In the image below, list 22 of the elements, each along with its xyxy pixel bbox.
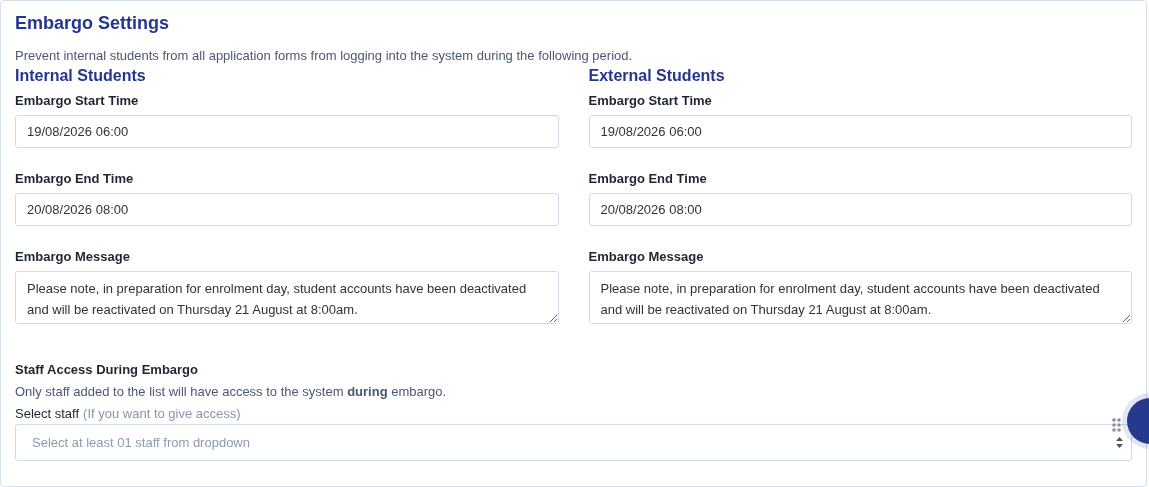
sort-icon (1116, 437, 1123, 448)
input-field[interactable]: 20/08/2026 08:00 (15, 193, 559, 226)
field-label: Embargo Message (588, 249, 705, 264)
message-field[interactable]: Please note, in preparation for enrolment day, student accounts have been deactivated and will be reactivated on Thursday 21 August at 8:00am. (15, 271, 559, 324)
note-text: Only staff added to the list will have access to the system during embargo. (15, 384, 448, 399)
field-label: Embargo End Time (15, 171, 135, 186)
description-text: Prevent internal students from all application forms from logging into the system during the following period. (15, 48, 634, 63)
section-heading: External Students (588, 67, 726, 85)
message-field[interactable]: Please note, in preparation for enrolment day, student accounts have been deactivated and will be reactivated on Thursday 21 August at 8:00am. (588, 271, 1132, 324)
field-label: Embargo Start Time (15, 93, 140, 108)
drag-handle-icon[interactable] (1112, 418, 1121, 432)
page-title: Embargo Settings (15, 13, 171, 34)
input-field[interactable]: 19/08/2026 06:00 (588, 115, 1132, 148)
input-field[interactable]: 20/08/2026 08:00 (588, 193, 1132, 226)
input-field[interactable]: 19/08/2026 06:00 (15, 115, 559, 148)
section-label: Staff Access During Embargo (15, 362, 199, 377)
select-hint: (If you want to give access) (83, 406, 241, 421)
field-label: Embargo Start Time (588, 93, 713, 108)
field-label: Embargo End Time (588, 171, 708, 186)
field-label: Embargo Message (15, 249, 131, 264)
section-heading: Internal Students (15, 67, 147, 85)
select-label: Select staff (15, 406, 80, 421)
